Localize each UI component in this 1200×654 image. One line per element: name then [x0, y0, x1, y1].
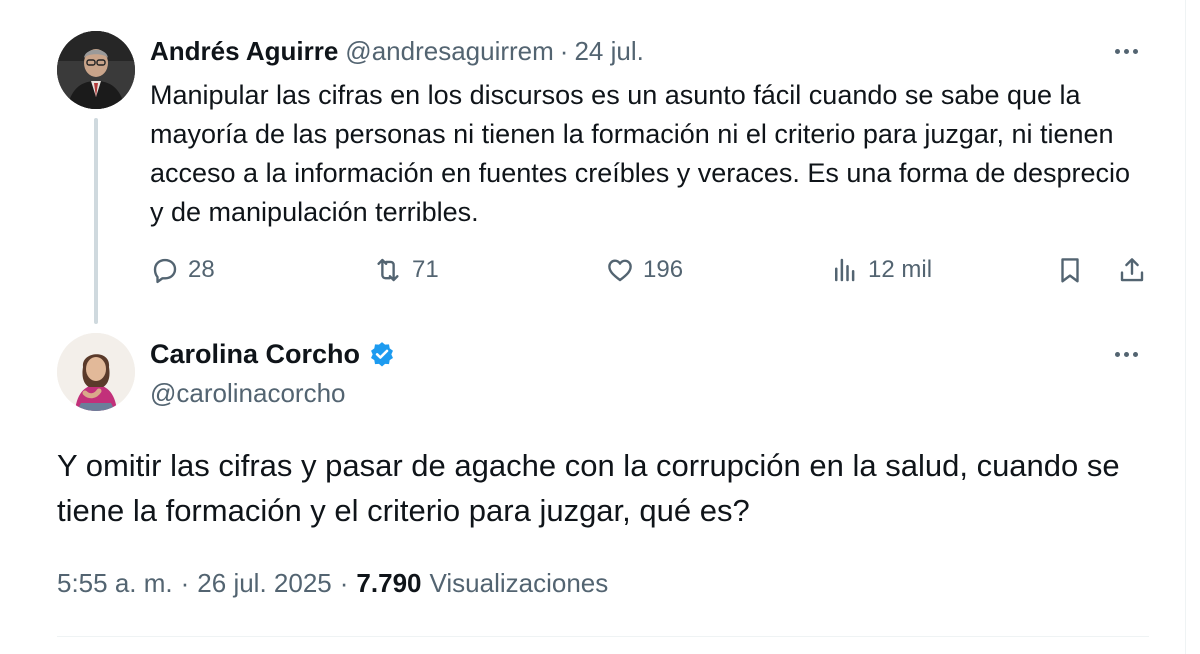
views-label: Visualizaciones [429, 567, 609, 598]
main-author-row: Carolina Corcho [150, 335, 396, 373]
tweet-date[interactable]: 26 jul. 2025 [197, 568, 331, 599]
repost-icon [377, 258, 399, 282]
views-icon [835, 258, 855, 282]
views-total: 7.790 [356, 567, 422, 598]
meta-separator: · [339, 567, 349, 598]
parent-author-handle[interactable]: @andresaguirrem [345, 36, 553, 67]
bookmark-button[interactable] [1055, 250, 1093, 290]
main-author-handle[interactable]: @carolinacorcho [150, 374, 345, 412]
reply-icon [153, 258, 177, 284]
parent-author-name[interactable]: Andrés Aguirre [150, 36, 338, 67]
more-options-icon[interactable] [1115, 352, 1138, 357]
like-count: 196 [643, 256, 684, 283]
views-button[interactable]: 12 mil [830, 250, 932, 290]
avatar-andres-aguirre[interactable] [57, 31, 135, 109]
reply-button[interactable]: 28 [150, 250, 215, 290]
meta-separator: · [180, 567, 190, 598]
like-icon [608, 259, 632, 282]
avatar-carolina-corcho[interactable] [57, 333, 135, 411]
scrollbar-edge [1185, 0, 1200, 654]
main-tweet-meta: 5:55 a. m. · 26 jul. 2025 · 7.790 Visual… [57, 563, 608, 603]
repost-button[interactable]: 71 [372, 250, 439, 290]
parent-tweet-text: Manipular las cifras en los discursos es… [150, 80, 1131, 227]
more-options-icon[interactable] [1115, 49, 1138, 54]
bookmark-icon [1061, 258, 1079, 283]
parent-tweet-header: Andrés Aguirre @andresaguirrem · 24 jul. [150, 33, 644, 69]
main-tweet-text: Y omitir las cifras y pasar de agache co… [57, 448, 1120, 528]
tweet-time[interactable]: 5:55 a. m. [57, 568, 173, 599]
views-count: 12 mil [868, 256, 933, 283]
divider [57, 636, 1149, 637]
reply-count: 28 [188, 256, 215, 283]
parent-tweet-date[interactable]: 24 jul. [574, 36, 643, 67]
verified-badge-icon [371, 342, 393, 367]
share-icon [1120, 258, 1144, 282]
thread-connector-line [94, 118, 98, 324]
main-author-name[interactable]: Carolina Corcho [150, 339, 360, 370]
like-button[interactable]: 196 [605, 250, 683, 290]
parent-tweet-actions: 28 71 196 12 mil [150, 250, 1150, 290]
repost-count: 71 [412, 256, 439, 283]
header-separator: · [559, 35, 569, 66]
share-button[interactable] [1117, 250, 1155, 290]
